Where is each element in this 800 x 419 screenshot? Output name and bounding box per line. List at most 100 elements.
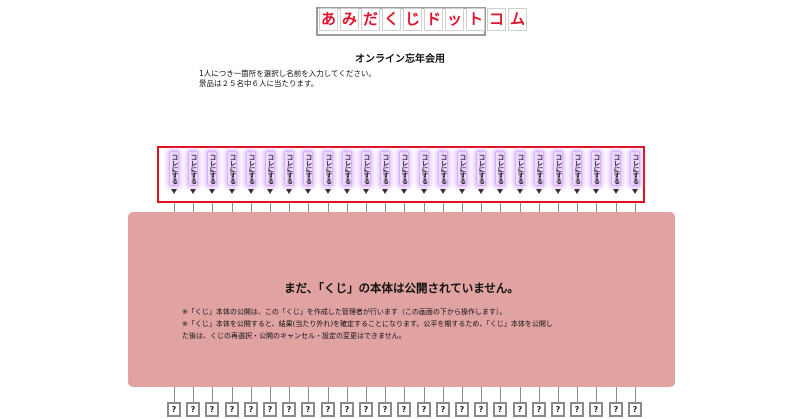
result-box: ? — [205, 402, 219, 417]
result-box: ? — [532, 402, 546, 417]
unknown-result-mark: ? — [171, 404, 177, 414]
down-arrow-icon — [632, 189, 638, 194]
down-arrow-icon — [574, 189, 580, 194]
choice-slot: コレにする — [169, 151, 179, 199]
choose-this-button[interactable]: コレにする — [630, 151, 640, 186]
result-box: ? — [436, 402, 450, 417]
logo-char: ム — [508, 8, 527, 31]
choose-this-button[interactable]: コレにする — [553, 151, 563, 186]
choose-this-button[interactable]: コレにする — [515, 151, 525, 186]
choose-this-label: コレにする — [458, 153, 466, 184]
choose-this-button[interactable]: コレにする — [399, 151, 409, 186]
choose-this-label: コレにする — [189, 153, 197, 184]
choice-slot: コレにする — [227, 151, 237, 199]
choose-this-button[interactable]: コレにする — [591, 151, 601, 186]
choose-this-button[interactable]: コレにする — [419, 151, 429, 186]
unknown-result-mark: ? — [459, 404, 465, 414]
result-box: ? — [340, 402, 354, 417]
unknown-result-mark: ? — [574, 404, 580, 414]
down-arrow-icon — [190, 189, 196, 194]
choose-this-button[interactable]: コレにする — [227, 151, 237, 186]
down-arrow-icon — [267, 189, 273, 194]
choose-this-label: コレにする — [535, 153, 543, 184]
choice-slot: コレにする — [284, 151, 294, 199]
choose-this-button[interactable]: コレにする — [438, 151, 448, 186]
choose-this-button[interactable]: コレにする — [284, 151, 294, 186]
unknown-result-mark: ? — [593, 404, 599, 414]
unknown-result-mark: ? — [555, 404, 561, 414]
choice-slot: コレにする — [457, 151, 467, 199]
choose-this-label: コレにする — [324, 153, 332, 184]
unknown-result-mark: ? — [497, 404, 503, 414]
unknown-result-mark: ? — [440, 404, 446, 414]
choice-slot: コレにする — [572, 151, 582, 199]
amida-vertical-line — [289, 386, 290, 403]
amida-vertical-line — [616, 386, 617, 403]
amida-vertical-line — [270, 386, 271, 403]
result-box: ? — [397, 402, 411, 417]
unknown-result-mark: ? — [363, 404, 369, 414]
logo-char: じ — [403, 8, 422, 31]
down-arrow-icon — [497, 189, 503, 194]
choose-this-label: コレにする — [592, 153, 600, 184]
amida-vertical-line — [193, 386, 194, 403]
choose-this-label: コレにする — [477, 153, 485, 184]
choose-this-button[interactable]: コレにする — [380, 151, 390, 186]
choose-this-button[interactable]: コレにする — [534, 151, 544, 186]
not-published-message: まだ、「くじ」の本体は公開されていません。 — [284, 281, 519, 295]
choose-this-button[interactable]: コレにする — [572, 151, 582, 186]
choose-this-label: コレにする — [516, 153, 524, 184]
unknown-result-mark: ? — [305, 404, 311, 414]
site-logo[interactable]: あみだくじドットコム — [313, 7, 527, 37]
result-box: ? — [321, 402, 335, 417]
result-box: ? — [570, 402, 584, 417]
choose-this-label: コレにする — [612, 153, 620, 184]
logo-char: あ — [319, 8, 338, 31]
choose-this-label: コレにする — [247, 153, 255, 184]
choice-slot: コレにする — [361, 151, 371, 199]
choose-this-label: コレにする — [631, 153, 639, 184]
publish-note-2: ※「くじ」本体を公開すると、結果(当たり外れ)を確定することになります。公平を期… — [182, 320, 553, 328]
choice-slot: コレにする — [591, 151, 601, 199]
choose-this-button[interactable]: コレにする — [246, 151, 256, 186]
choice-slot: コレにする — [303, 151, 313, 199]
instructions: 1人につき一箇所を選択し名前を入力してください。 景品は２５名中６人に当たります… — [199, 69, 376, 89]
down-arrow-icon — [517, 189, 523, 194]
choose-this-button[interactable]: コレにする — [303, 151, 313, 186]
choice-slot: コレにする — [419, 151, 429, 199]
down-arrow-icon — [286, 189, 292, 194]
choose-this-button[interactable]: コレにする — [457, 151, 467, 186]
choose-this-button[interactable]: コレにする — [207, 151, 217, 186]
publish-note-1: ※「くじ」本体の公開は、この「くじ」を作成した管理者が行います（この画面の下から… — [182, 308, 507, 316]
amida-vertical-line — [385, 386, 386, 403]
choose-this-button[interactable]: コレにする — [476, 151, 486, 186]
publish-notes: ※「くじ」本体の公開は、この「くじ」を作成した管理者が行います（この画面の下から… — [182, 306, 652, 342]
choose-this-button[interactable]: コレにする — [323, 151, 333, 186]
amida-vertical-line — [347, 386, 348, 403]
choice-slot: コレにする — [399, 151, 409, 199]
choose-this-button[interactable]: コレにする — [611, 151, 621, 186]
choose-this-button[interactable]: コレにする — [169, 151, 179, 186]
choose-this-button[interactable]: コレにする — [265, 151, 275, 186]
publish-note-3: た後は、くじの再選択・公開のキャンセル・設定の変更はできません。 — [182, 332, 406, 340]
amida-vertical-line — [577, 386, 578, 403]
choice-slot: コレにする — [630, 151, 640, 199]
result-box: ? — [282, 402, 296, 417]
choose-this-label: コレにする — [362, 153, 370, 184]
result-box: ? — [589, 402, 603, 417]
amida-vertical-line — [212, 386, 213, 403]
choose-this-button[interactable]: コレにする — [361, 151, 371, 186]
unknown-result-mark: ? — [286, 404, 292, 414]
result-box: ? — [513, 402, 527, 417]
choose-this-label: コレにする — [266, 153, 274, 184]
logo-char: ト — [466, 8, 485, 31]
unknown-result-mark: ? — [401, 404, 407, 414]
choose-this-button[interactable]: コレにする — [188, 151, 198, 186]
logo-char: だ — [361, 8, 380, 31]
choose-this-label: コレにする — [420, 153, 428, 184]
choose-this-label: コレにする — [285, 153, 293, 184]
choice-slot: コレにする — [515, 151, 525, 199]
down-arrow-icon — [325, 189, 331, 194]
choose-this-button[interactable]: コレにする — [495, 151, 505, 186]
choose-this-button[interactable]: コレにする — [342, 151, 352, 186]
